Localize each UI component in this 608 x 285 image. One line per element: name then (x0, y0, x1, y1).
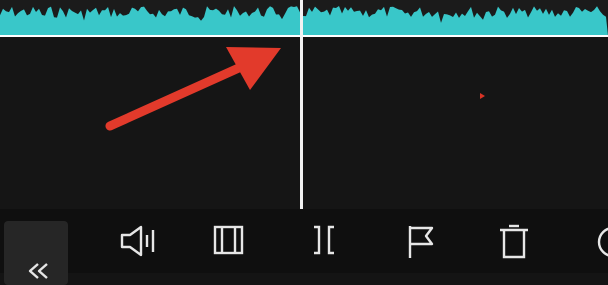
more-circle-icon (597, 227, 608, 257)
playhead[interactable] (300, 0, 303, 209)
collapse-button[interactable] (4, 221, 68, 285)
split-button[interactable] (205, 224, 253, 272)
flag-button[interactable] (395, 224, 443, 272)
delete-button[interactable] (490, 224, 538, 272)
trim-bracket-icon (314, 225, 334, 255)
bottom-toolbar (0, 209, 608, 285)
waveform-graphic (0, 6, 608, 36)
marker-indicator (480, 93, 485, 99)
chevrons-left-icon (28, 263, 48, 279)
waveform-shape (0, 6, 608, 36)
trim-button[interactable] (300, 224, 348, 272)
volume-icon (120, 225, 155, 257)
volume-button[interactable] (113, 224, 161, 272)
timeline-empty-area[interactable] (0, 37, 608, 209)
split-panel-icon (213, 225, 244, 255)
video-editor-timeline (0, 0, 608, 285)
annotation-arrow (105, 47, 281, 131)
trash-icon (500, 224, 528, 259)
flag-icon (408, 226, 434, 258)
audio-waveform-track[interactable] (0, 0, 608, 36)
more-button[interactable] (584, 224, 608, 272)
